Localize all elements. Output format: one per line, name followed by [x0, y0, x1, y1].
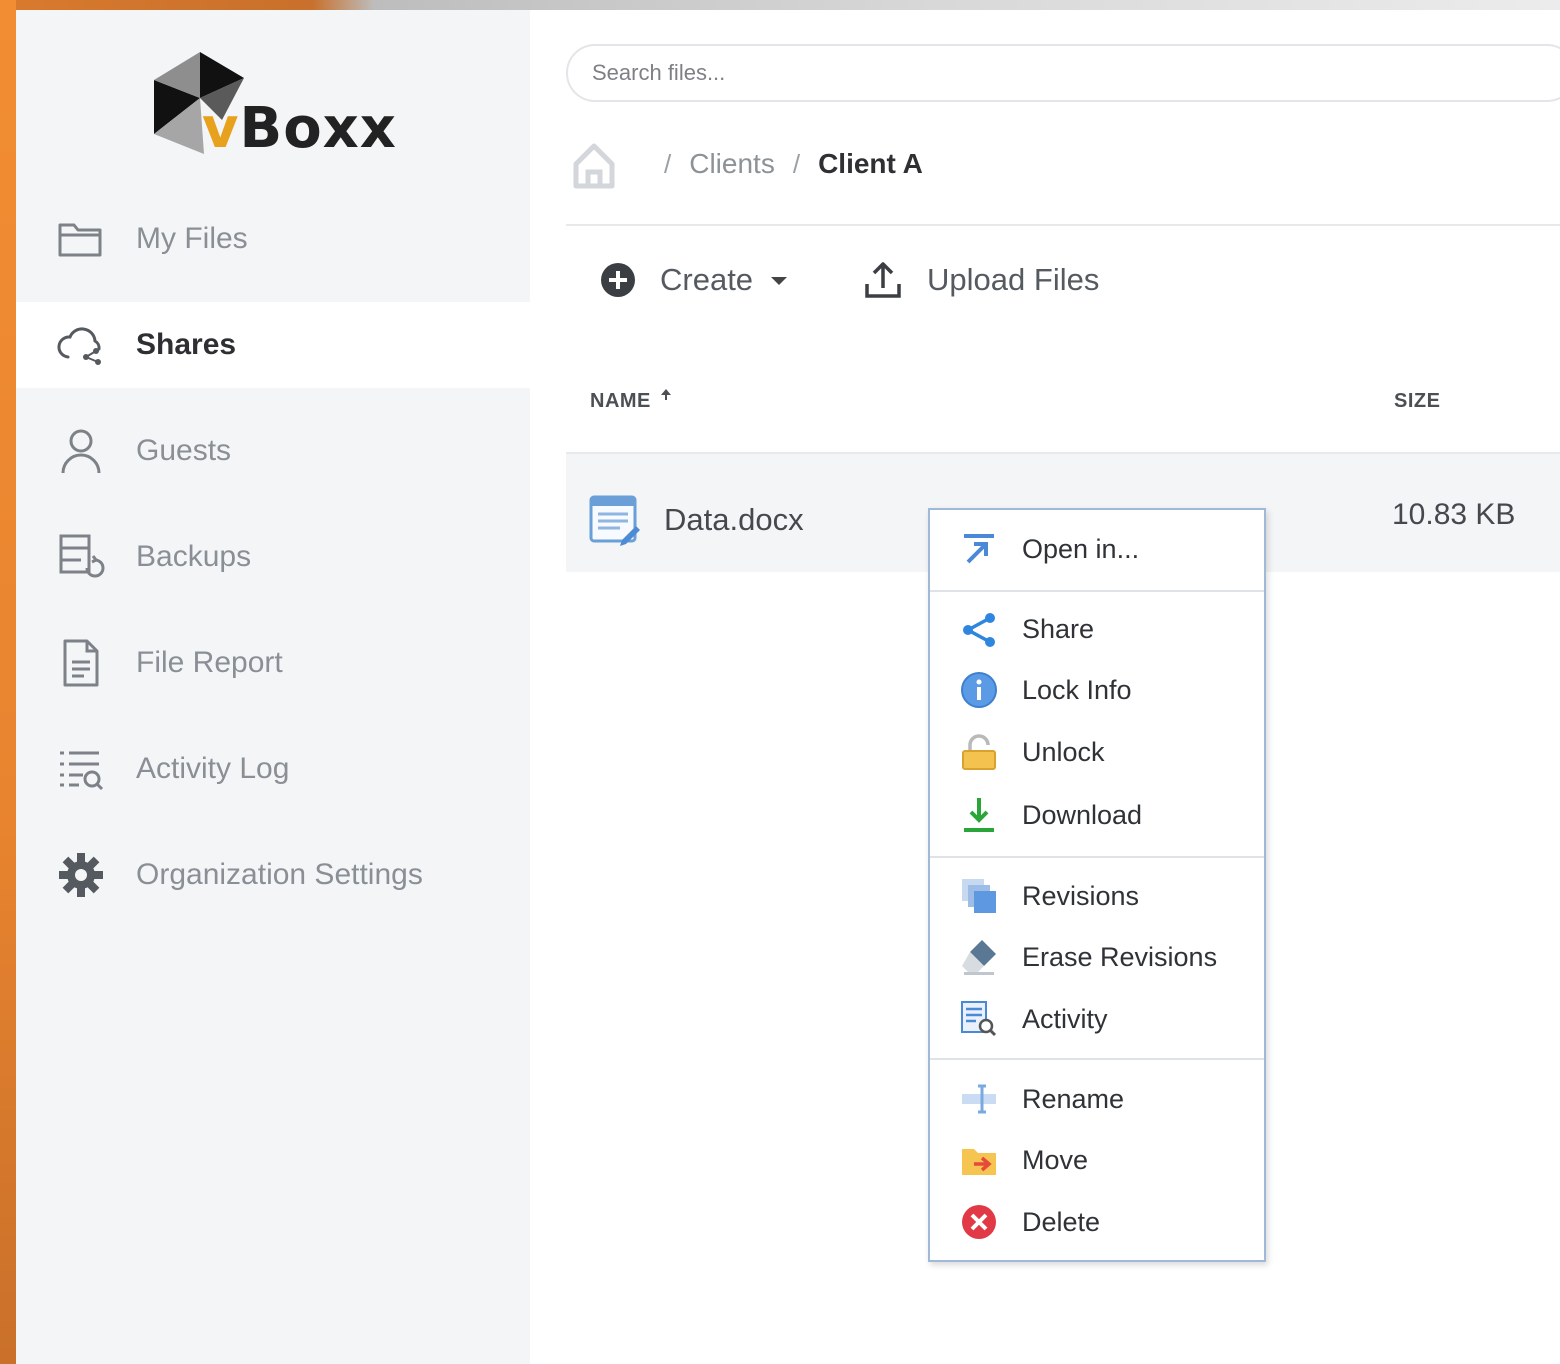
menu-item-label: Revisions	[1022, 881, 1140, 911]
menu-item-label: Lock Info	[1022, 675, 1132, 705]
unlock-icon	[962, 734, 996, 770]
breadcrumb-item-clients[interactable]: Clients	[689, 148, 775, 180]
revisions-icon	[962, 879, 996, 913]
breadcrumb-separator: /	[792, 148, 801, 179]
delete-icon	[962, 1205, 996, 1239]
home-icon[interactable]	[566, 136, 622, 192]
eraser-icon	[962, 940, 996, 975]
sort-asc-icon	[661, 389, 671, 400]
sidebar-item-guests[interactable]: Guests	[16, 408, 530, 494]
breadcrumb: / Clients / Client A	[566, 134, 923, 194]
plus-circle-icon	[601, 263, 635, 297]
window-left-edge	[0, 0, 16, 1364]
sidebar-item-label: Guests	[136, 434, 232, 467]
sidebar-item-label: Organization Settings	[136, 858, 423, 891]
sidebar-nav: My Files Shares Guests Backups File Repo…	[16, 196, 530, 938]
logo-wordmark-v: v	[202, 96, 240, 161]
menu-item-open-in[interactable]: Open in...	[930, 520, 1264, 576]
search-input[interactable]	[566, 44, 1560, 102]
rename-icon	[962, 1084, 996, 1114]
menu-item-download[interactable]: Download	[930, 786, 1264, 842]
document-icon	[56, 638, 106, 688]
menu-divider	[930, 1058, 1264, 1060]
sidebar-item-shares[interactable]: Shares	[16, 302, 530, 388]
upload-files-label: Upload Files	[927, 262, 1100, 297]
menu-item-label: Delete	[1022, 1207, 1101, 1237]
activity-icon	[961, 1001, 997, 1037]
gear-icon	[56, 850, 106, 900]
menu-item-label: Download	[1022, 800, 1143, 830]
context-menu: Open in... Share Lock Info Unlock Downlo…	[928, 508, 1266, 1262]
sidebar-item-organization-settings[interactable]: Organization Settings	[16, 832, 530, 918]
backup-icon	[56, 532, 106, 582]
toolbar: Create Upload Files	[600, 258, 1099, 302]
file-size: 10.83 KB	[1392, 498, 1516, 531]
menu-item-share[interactable]: Share	[930, 600, 1264, 656]
table-header: NAME SIZE	[566, 382, 1560, 426]
menu-divider	[930, 856, 1264, 858]
menu-item-label: Erase Revisions	[1022, 942, 1218, 972]
info-icon	[961, 672, 997, 708]
menu-item-revisions[interactable]: Revisions	[930, 867, 1264, 923]
logo-wordmark: vBoxx	[202, 96, 397, 161]
sidebar-item-file-report[interactable]: File Report	[16, 620, 530, 706]
create-button-label: Create	[660, 262, 754, 297]
logo-wordmark-rest: Boxx	[239, 96, 397, 161]
sidebar-item-label: Backups	[136, 540, 252, 573]
share-icon	[963, 613, 995, 647]
app-window: vBoxx My Files Shares Guests Backups Fil…	[16, 10, 1560, 1364]
sidebar-item-label: Activity Log	[136, 752, 290, 785]
upload-files-button[interactable]: Upload Files	[863, 260, 1099, 300]
create-button[interactable]: Create	[600, 262, 788, 298]
menu-item-label: Activity	[1022, 1004, 1108, 1034]
folder-icon	[56, 214, 106, 264]
menu-item-label: Unlock	[1022, 737, 1105, 767]
vboxx-logo[interactable]: vBoxx	[152, 50, 412, 170]
breadcrumb-separator: /	[664, 148, 672, 179]
user-icon	[56, 426, 106, 476]
file-name[interactable]: Data.docx	[664, 502, 804, 538]
sidebar: vBoxx My Files Shares Guests Backups Fil…	[16, 10, 530, 1364]
menu-item-label: Rename	[1022, 1084, 1125, 1114]
menu-item-label: Move	[1022, 1145, 1089, 1175]
caret-down-icon	[771, 277, 788, 285]
menu-item-label: Share	[1022, 614, 1095, 644]
docx-file-icon	[589, 495, 640, 546]
cloud-share-icon	[56, 320, 106, 370]
menu-item-move[interactable]: Move	[930, 1131, 1264, 1187]
sidebar-item-my-files[interactable]: My Files	[16, 196, 530, 282]
download-icon	[964, 798, 994, 832]
menu-item-rename[interactable]: Rename	[930, 1070, 1264, 1126]
window-top-strip	[0, 0, 1560, 10]
column-header-name[interactable]: NAME	[590, 390, 651, 413]
menu-item-unlock[interactable]: Unlock	[930, 723, 1264, 779]
sidebar-item-label: File Report	[136, 646, 283, 679]
column-header-size[interactable]: SIZE	[1394, 390, 1440, 413]
open-in-icon	[964, 534, 994, 564]
menu-item-lock-info[interactable]: Lock Info	[930, 661, 1264, 717]
menu-divider	[930, 590, 1264, 592]
sidebar-item-label: My Files	[136, 222, 248, 255]
menu-item-erase-revisions[interactable]: Erase Revisions	[930, 928, 1264, 984]
list-search-icon	[56, 744, 106, 794]
move-icon	[962, 1149, 996, 1175]
menu-item-delete[interactable]: Delete	[930, 1193, 1264, 1249]
sidebar-item-backups[interactable]: Backups	[16, 514, 530, 600]
menu-item-label: Open in...	[1022, 534, 1140, 564]
menu-item-activity[interactable]: Activity	[930, 990, 1264, 1046]
upload-icon	[865, 262, 901, 298]
breadcrumb-item-current: Client A	[818, 148, 923, 179]
divider	[566, 224, 1560, 226]
sidebar-item-label: Shares	[136, 328, 237, 361]
sidebar-item-activity-log[interactable]: Activity Log	[16, 726, 530, 812]
